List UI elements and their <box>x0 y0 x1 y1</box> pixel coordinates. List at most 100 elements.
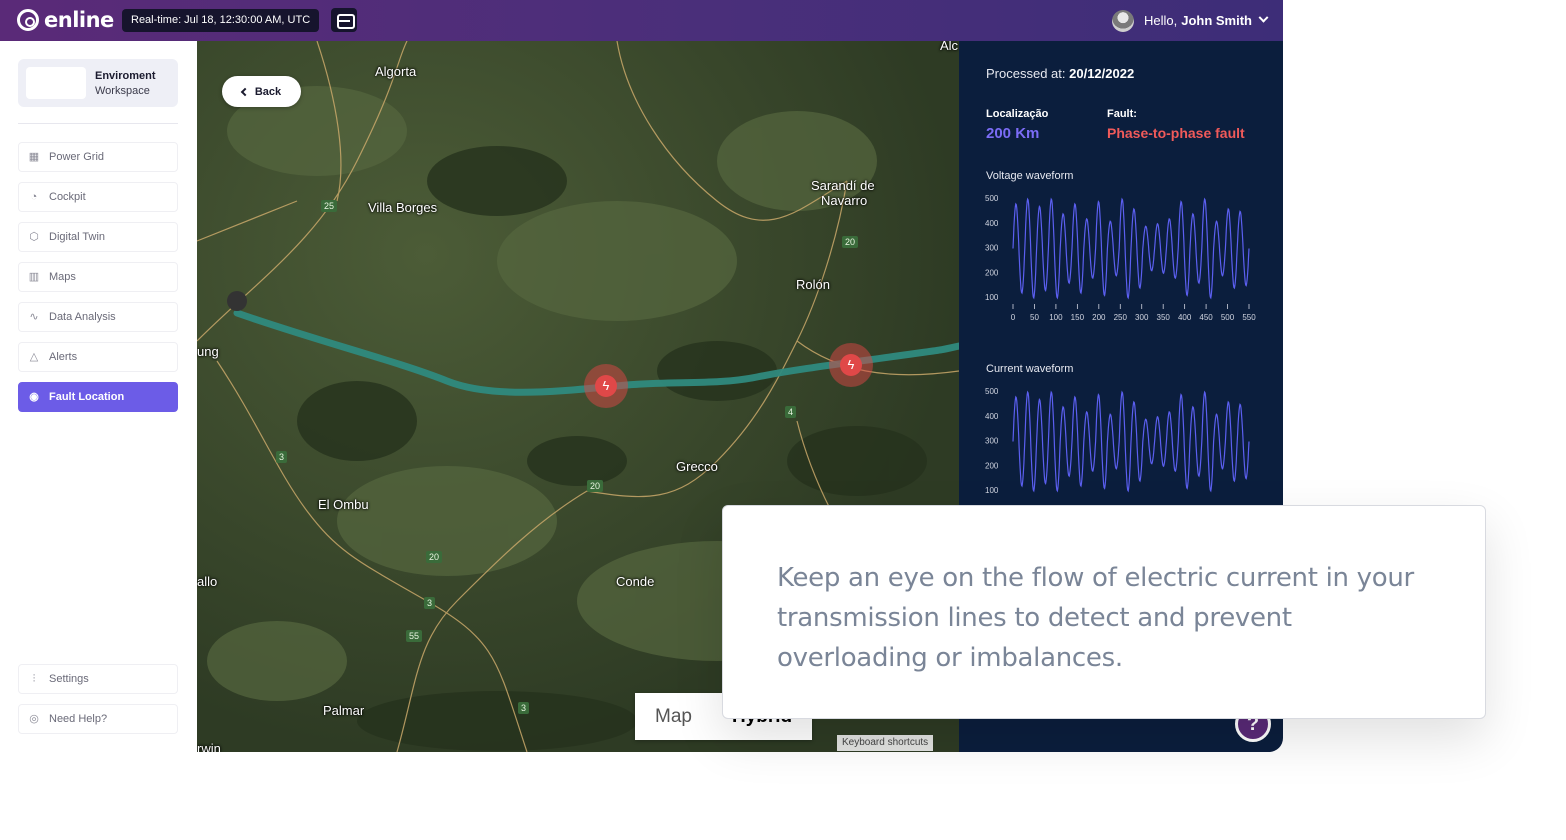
waveform-line <box>1012 390 1250 493</box>
fault-marker[interactable]: ϟ <box>584 364 628 408</box>
road-badge: 20 <box>587 480 604 492</box>
road-badge: 25 <box>321 200 338 212</box>
help-icon: ◎ <box>29 713 39 725</box>
fault-marker[interactable]: ϟ <box>829 343 873 387</box>
workspace-card[interactable]: Enviroment Workspace <box>18 59 178 107</box>
map-icon: ▥ <box>28 271 40 283</box>
sidebar-item-maps[interactable]: ▥ Maps <box>18 262 178 292</box>
location-value: 200 Km <box>986 125 1040 142</box>
storage-icon[interactable] <box>331 8 357 32</box>
x-tick-label: 300 <box>1135 313 1149 322</box>
greeting: Hello, <box>1143 13 1178 28</box>
logo-text: enline <box>44 8 114 32</box>
feature-tooltip: Keep an eye on the flow of electric curr… <box>722 505 1486 719</box>
fault-value: Phase-to-phase fault <box>1107 125 1245 141</box>
place-label: Navarro <box>821 193 868 208</box>
y-tick-label: 400 <box>985 219 999 228</box>
workspace-logo <box>26 67 86 99</box>
place-label: rwin <box>197 741 221 752</box>
back-label: Back <box>254 85 282 98</box>
x-tick-label: 150 <box>1071 313 1085 322</box>
sidebar-item-label: Maps <box>49 271 76 283</box>
place-label: Sarandí de <box>811 178 875 193</box>
pulse-icon: ∿ <box>29 311 39 323</box>
sidebar-item-label: Power Grid <box>49 151 105 163</box>
chevron-left-icon <box>240 87 250 96</box>
bolt-icon: ϟ <box>602 378 610 393</box>
voltage-waveform-chart: 500 400 300 200 100 0 50 100 150 200 250 300 350 400 4… <box>985 194 1256 322</box>
workspace-subtitle: Workspace <box>95 85 150 97</box>
fault-label: Fault: <box>1107 108 1137 120</box>
processed-date: 20/12/2022 <box>1069 66 1135 81</box>
sidebar-item-data-analysis[interactable]: ∿ Data Analysis <box>18 302 178 332</box>
tooltip-text: Keep an eye on the flow of electric curr… <box>777 563 1414 673</box>
place-label: Grecco <box>676 459 718 474</box>
road-badge: 55 <box>406 630 423 642</box>
place-label: Rolón <box>796 277 830 292</box>
sidebar-item-power-grid[interactable]: ▦ Power Grid <box>18 142 178 172</box>
cube-icon: ⬡ <box>29 231 39 243</box>
signal-icon: ◉ <box>29 391 39 403</box>
y-tick-label: 300 <box>985 244 999 253</box>
keyboard-shortcuts-link[interactable]: Keyboard shortcuts <box>837 735 934 751</box>
sidebar-item-cockpit[interactable]: ◔ Cockpit <box>18 182 178 212</box>
road-badge: 3 <box>424 597 436 609</box>
processed-at: Processed at: 20/12/2022 <box>986 66 1134 81</box>
y-tick-label: 400 <box>985 412 999 421</box>
place-label: Conde <box>616 574 655 589</box>
substation-marker <box>227 291 247 311</box>
sidebar-item-label: Fault Location <box>49 391 125 403</box>
place-label: Alc <box>940 41 959 53</box>
place-label: Villa Borges <box>368 200 438 215</box>
bolt-icon: ϟ <box>847 357 855 372</box>
map-type-map-button[interactable]: Map <box>635 693 712 740</box>
x-tick-label: 200 <box>1092 313 1106 322</box>
sidebar: Enviroment Workspace ▦ Power Grid ◔ Cock… <box>0 41 197 752</box>
road-badge: 20 <box>842 236 859 248</box>
x-tick-label: 450 <box>1199 313 1213 322</box>
x-tick-label: 400 <box>1178 313 1192 322</box>
current-waveform-chart: 500 400 300 200 100 <box>985 387 1250 495</box>
workspace-title: Enviroment <box>95 70 156 82</box>
x-tick-label: 0 <box>1011 313 1016 322</box>
sidebar-item-help[interactable]: ◎ Need Help? <box>18 704 178 734</box>
location-label: Localização <box>986 108 1049 120</box>
y-tick-label: 500 <box>985 387 999 396</box>
x-tick-label: 550 <box>1242 313 1256 322</box>
x-tick-label: 500 <box>1221 313 1235 322</box>
sidebar-item-fault-location[interactable]: ◉ Fault Location <box>18 382 178 412</box>
sidebar-item-label: Digital Twin <box>49 231 106 243</box>
grid-icon: ▦ <box>28 151 40 163</box>
enline-logo[interactable]: enline <box>17 8 114 32</box>
place-label: El Ombu <box>318 497 369 512</box>
user-menu[interactable]: Hello, John Smith <box>1111 9 1269 32</box>
avatar <box>1111 9 1134 32</box>
sidebar-item-settings[interactable]: ⫶ Settings <box>18 664 178 694</box>
gauge-icon: ◔ <box>30 191 38 203</box>
voltage-waveform-title: Voltage waveform <box>986 170 1074 182</box>
x-tick-label: 100 <box>1049 313 1063 322</box>
y-tick-label: 100 <box>985 293 999 302</box>
sidebar-item-label: Need Help? <box>49 713 108 725</box>
place-label: allo <box>197 574 218 589</box>
sidebar-item-label: Settings <box>49 673 89 685</box>
road-badge: 20 <box>426 551 443 563</box>
logo-mark-icon <box>17 9 39 31</box>
y-tick-label: 200 <box>985 268 999 277</box>
waveform-line <box>1012 197 1250 300</box>
x-tick-label: 50 <box>1030 313 1039 322</box>
processed-label: Processed at: <box>986 66 1066 81</box>
current-waveform-title: Current waveform <box>986 363 1074 375</box>
sidebar-item-alerts[interactable]: △ Alerts <box>18 342 178 372</box>
realtime-clock: Real-time: Jul 18, 12:30:00 AM, UTC <box>122 9 320 32</box>
top-bar: enline Real-time: Jul 18, 12:30:00 AM, U… <box>0 0 1283 41</box>
back-button[interactable]: Back <box>222 76 301 107</box>
chevron-down-icon <box>1258 12 1269 23</box>
sidebar-item-digital-twin[interactable]: ⬡ Digital Twin <box>18 222 178 252</box>
sidebar-item-label: Data Analysis <box>49 311 116 323</box>
road-badge: 3 <box>518 702 530 714</box>
y-tick-label: 100 <box>985 486 999 495</box>
x-tick-label: 250 <box>1114 313 1128 322</box>
road-badge: 3 <box>276 451 288 463</box>
warning-icon: △ <box>29 351 39 363</box>
